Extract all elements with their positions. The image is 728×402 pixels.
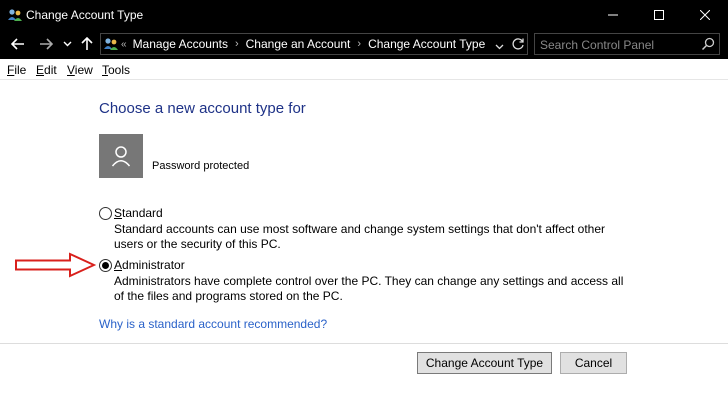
- minimize-button[interactable]: [590, 0, 636, 30]
- close-icon: [700, 10, 710, 20]
- breadcrumb-item-change-account-type[interactable]: Change Account Type: [368, 37, 485, 51]
- menu-tools[interactable]: Tools: [102, 63, 130, 77]
- page-title: Choose a new account type for: [99, 100, 306, 117]
- chevron-down-icon: [63, 41, 71, 47]
- user-icon: [111, 146, 131, 167]
- chevron-down-icon: [495, 44, 504, 50]
- standard-radio[interactable]: [99, 207, 112, 220]
- breadcrumb-item-change-an-account[interactable]: Change an Account: [246, 37, 351, 51]
- breadcrumb: « Manage Accounts › Change an Account › …: [121, 37, 485, 51]
- administrator-label[interactable]: Administrator: [114, 258, 185, 272]
- breadcrumb-separator-icon[interactable]: ›: [357, 38, 361, 50]
- address-dropdown-button[interactable]: [495, 39, 504, 53]
- up-button[interactable]: [78, 34, 96, 54]
- menu-view[interactable]: View: [67, 63, 93, 77]
- window-title: Change Account Type: [26, 8, 144, 22]
- back-button[interactable]: [8, 34, 28, 54]
- forward-button[interactable]: [36, 34, 56, 54]
- main-content: Choose a new account type for Password p…: [0, 80, 728, 402]
- standard-account-help-link[interactable]: Why is a standard account recommended?: [99, 317, 327, 331]
- menu-file[interactable]: File: [7, 63, 26, 77]
- close-button[interactable]: [682, 0, 728, 30]
- change-account-type-button[interactable]: Change Account Type: [417, 352, 552, 374]
- search-input[interactable]: [540, 37, 690, 52]
- address-bar[interactable]: « Manage Accounts › Change an Account › …: [100, 33, 528, 55]
- refresh-icon: [512, 38, 524, 50]
- users-icon: [103, 36, 119, 52]
- recent-locations-button[interactable]: [60, 34, 74, 54]
- annotation-arrow-icon: [15, 252, 96, 278]
- menu-bar: File Edit View Tools: [0, 59, 728, 80]
- breadcrumb-separator-icon[interactable]: ›: [235, 38, 239, 50]
- back-arrow-icon: [11, 38, 24, 50]
- standard-label[interactable]: Standard: [114, 206, 163, 220]
- breadcrumb-overflow-icon[interactable]: «: [121, 39, 127, 50]
- account-status: Password protected: [152, 160, 250, 172]
- avatar: [99, 134, 143, 178]
- users-app-icon: [7, 7, 23, 23]
- minimize-icon: [608, 14, 618, 16]
- menu-edit[interactable]: Edit: [36, 63, 57, 77]
- title-bar: Change Account Type: [0, 0, 728, 30]
- cancel-button[interactable]: Cancel: [560, 352, 627, 374]
- search-box[interactable]: [534, 33, 720, 55]
- up-arrow-icon: [81, 37, 93, 50]
- maximize-button[interactable]: [636, 0, 682, 30]
- administrator-description: Administrators have complete control ove…: [114, 274, 624, 303]
- search-icon[interactable]: [701, 37, 715, 54]
- divider: [0, 343, 728, 344]
- maximize-icon: [654, 10, 664, 20]
- forward-arrow-icon: [40, 38, 53, 50]
- standard-description: Standard accounts can use most software …: [114, 222, 606, 251]
- breadcrumb-item-manage-accounts[interactable]: Manage Accounts: [133, 37, 228, 51]
- refresh-button[interactable]: [511, 37, 525, 54]
- administrator-radio[interactable]: [99, 259, 112, 272]
